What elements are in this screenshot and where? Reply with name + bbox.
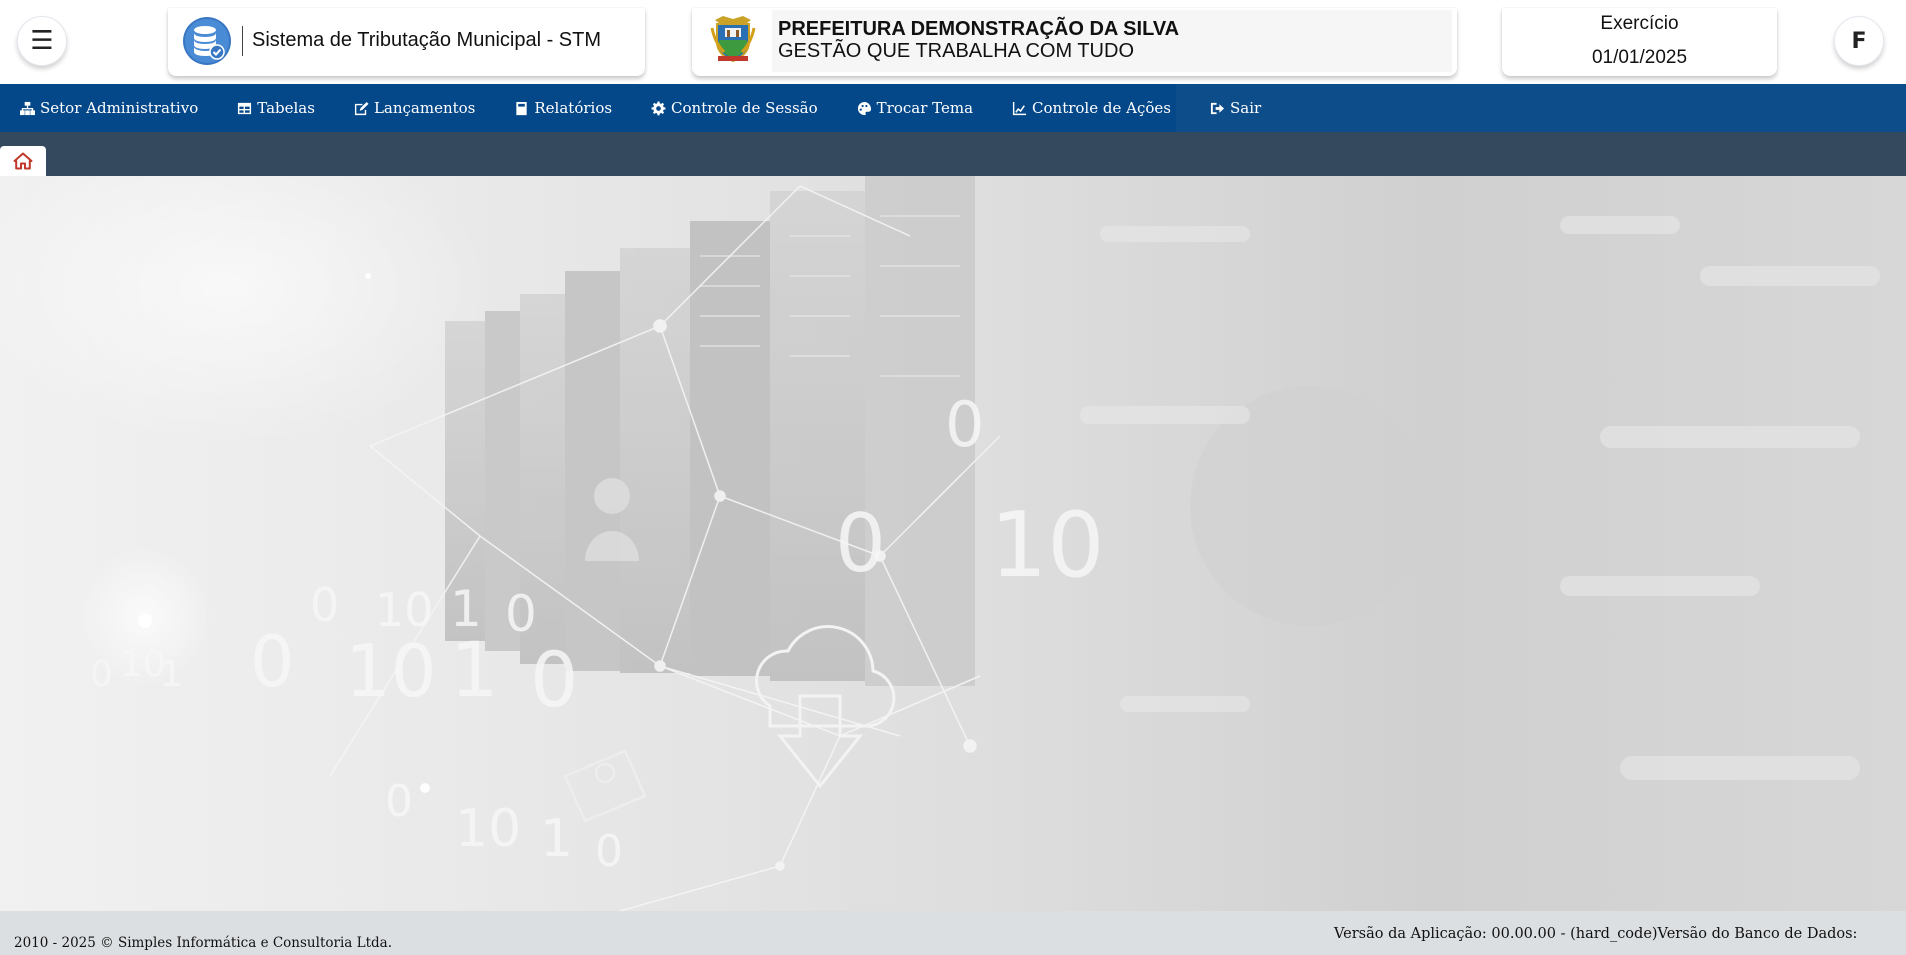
footer: 2010 - 2025 © Simples Informática e Cons… [0,911,1906,955]
copyright-text: 2010 - 2025 © Simples Informática e Cons… [14,935,392,951]
version-text: Versão da Aplicação: 00.00.00 - (hard_co… [1334,926,1858,942]
bg-digit: 0 [90,654,113,695]
home-icon [13,152,33,170]
bg-digit: 1 [450,625,498,714]
background-image: 0 10 0 0 10 1 0 0 10 1 0 10 1 0 0 10 1 0 [0,176,1906,911]
book-icon [516,101,528,115]
hamburger-menu-button[interactable]: ☰ [17,16,67,66]
nav-label: Controle de Ações [1032,99,1171,117]
bg-digit: 0 [310,578,339,632]
tab-home[interactable] [0,146,46,176]
nav-label: Tabelas [257,99,315,117]
bg-digit: 0 [250,621,295,703]
system-card: Sistema de Tributação Municipal - STM [168,8,645,76]
nav-label: Setor Administrativo [40,99,199,117]
bg-digit: 10 [120,644,166,685]
nav-menu: Setor Administrativo Tabelas Lançamentos… [0,84,1261,132]
system-title: Sistema de Tributação Municipal - STM [252,29,602,51]
nav-item-lancamentos[interactable]: Lançamentos [354,99,475,117]
gear-icon [651,100,666,115]
nav-item-controle-acoes[interactable]: Controle de Ações [1012,99,1171,117]
city-crest-logo [710,16,756,63]
nav-label: Lançamentos [373,99,476,117]
title-divider [242,26,243,56]
nav-label: Trocar Tema [876,99,974,117]
user-initial: F [1851,28,1867,54]
hamburger-icon: ☰ [30,26,54,56]
top-header: ☰ Sistema de Tributação Municipal - STM [0,0,1906,84]
bg-digit: 0 [385,776,413,827]
tech-background-illustration: 0 10 0 0 10 1 0 0 10 1 0 10 1 0 0 10 1 0 [0,176,1880,911]
tab-strip [0,132,1906,176]
nav-item-sair[interactable]: Sair [1210,99,1261,117]
exercicio-date: 01/01/2025 [1591,47,1688,68]
exercicio-label: Exercício [1600,13,1679,34]
prefeitura-card: PREFEITURA DEMONSTRAÇÃO DA SILVA GESTÃO … [692,8,1457,76]
prefeitura-name: PREFEITURA DEMONSTRAÇÃO DA SILVA [778,18,1180,40]
nav-item-relatorios[interactable]: Relatórios [514,99,612,117]
bg-digit: 10 [455,799,521,859]
palette-icon [857,101,871,115]
nav-label: Relatórios [534,99,613,117]
chart-icon [1012,101,1027,115]
bg-digit: 0 [530,635,578,724]
table-icon [238,102,252,114]
nav-item-trocar-tema[interactable]: Trocar Tema [857,99,973,117]
user-avatar-button[interactable]: F [1834,16,1884,66]
bg-digit: 10 [990,493,1105,598]
nav-label: Controle de Sessão [671,99,818,117]
main-navbar: Setor Administrativo Tabelas Lançamentos… [0,84,1906,132]
sitemap-icon [20,101,35,115]
bg-digit: 1 [540,809,573,869]
nav-label: Sair [1229,99,1262,117]
sign-out-icon [1210,102,1225,114]
bg-digit: 0 [945,388,984,461]
nav-item-tabelas[interactable]: Tabelas [237,99,315,117]
bg-digit: 0 [835,497,886,590]
prefeitura-info: PREFEITURA DEMONSTRAÇÃO DA SILVA GESTÃO … [772,10,1452,72]
bg-digit: 1 [160,654,183,695]
bg-digit: 0 [595,826,623,877]
bg-digit: 10 [345,629,437,713]
database-icon [183,17,231,65]
nav-item-setor-administrativo[interactable]: Setor Administrativo [20,99,198,117]
edit-icon [354,101,369,115]
exercicio-card[interactable]: Exercício 01/01/2025 [1502,8,1777,76]
nav-item-controle-sessao[interactable]: Controle de Sessão [651,99,818,117]
prefeitura-slogan: GESTÃO QUE TRABALHA COM TUDO [778,40,1134,62]
